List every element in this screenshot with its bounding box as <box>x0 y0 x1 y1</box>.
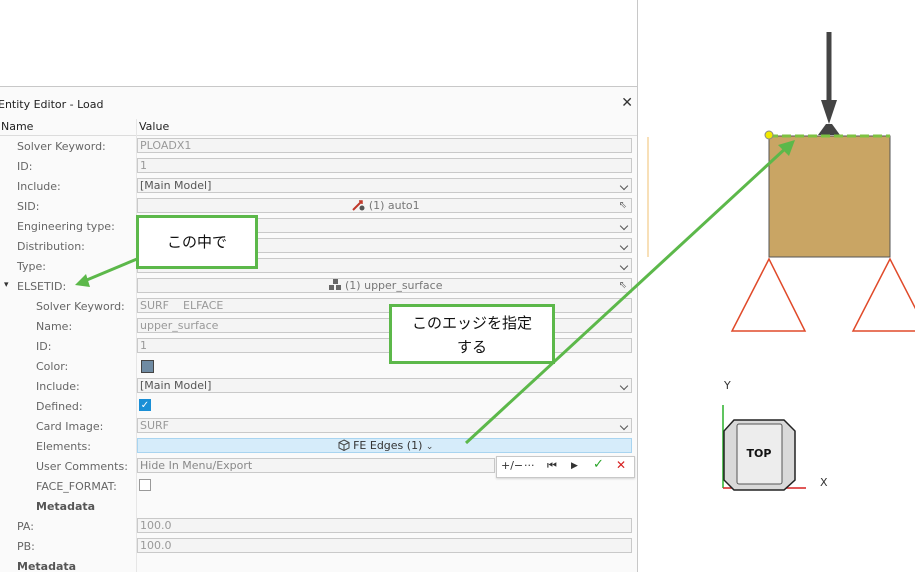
block <box>768 135 891 258</box>
label[interactable]: Metadata <box>17 560 76 573</box>
row-pb: PB: 100.0 <box>0 536 637 556</box>
sid-selector[interactable]: (1) auto1 ⇖ <box>137 198 632 213</box>
row-sub-face-format: FACE_FORMAT: <box>0 476 637 496</box>
label: Color: <box>36 360 69 373</box>
row-sid: SID: (1) auto1 ⇖ <box>0 196 637 216</box>
label: SID: <box>17 200 40 213</box>
pointer-icon: ⇖ <box>618 200 627 211</box>
play-button[interactable]: ▶ <box>571 461 578 471</box>
label: PB: <box>17 540 35 553</box>
label: Card Image: <box>36 420 104 433</box>
color-swatch[interactable] <box>141 360 154 373</box>
model-drawing: TOP Y X <box>647 32 915 491</box>
axis-x-label: X <box>820 476 828 489</box>
row-sub-metadata: Metadata <box>0 496 637 516</box>
label: Type: <box>17 260 46 273</box>
top-panel <box>0 0 638 87</box>
label: Solver Keyword: <box>36 300 125 313</box>
label: ID: <box>17 160 33 173</box>
sub-id-field[interactable]: 1 <box>137 338 632 353</box>
label: Defined: <box>36 400 83 413</box>
solver-keyword-field[interactable]: PLOADX1 <box>137 138 632 153</box>
callout-select-edge: このエッジを指定 する <box>389 304 555 364</box>
label: Engineering type: <box>17 220 115 233</box>
row-sub-card-image: Card Image: SURF <box>0 416 637 436</box>
cancel-button[interactable]: ✕ <box>616 458 626 472</box>
callout-in-here: この中で <box>136 215 258 269</box>
callout-line1: このエッジを指定 <box>411 314 532 332</box>
row-distribution: Distribution: <box>0 236 637 256</box>
label: Include: <box>36 380 80 393</box>
load-arrow-icon <box>821 100 837 124</box>
row-id: ID: 1 <box>0 156 637 176</box>
face-format-checkbox[interactable] <box>139 479 151 491</box>
cube-icon <box>338 439 350 452</box>
pb-field[interactable]: 100.0 <box>137 538 632 553</box>
label: Include: <box>17 180 61 193</box>
elements-value: FE Edges (1) <box>353 439 423 452</box>
label: User Comments: <box>36 460 128 473</box>
callout-line2: する <box>456 338 487 356</box>
pa-field[interactable]: 100.0 <box>137 518 632 533</box>
support-right <box>851 257 915 332</box>
label: Distribution: <box>17 240 85 253</box>
row-pa: PA: 100.0 <box>0 516 637 536</box>
sub-name-field[interactable]: upper_surface <box>137 318 632 333</box>
pointer-icon: ⇖ <box>618 280 627 291</box>
label: Name: <box>36 320 73 333</box>
editor-title: Entity Editor - Load <box>0 98 104 111</box>
selection-toolbar: +/− ··· ⏮ ▶ ✓ ✕ <box>496 456 635 478</box>
view-cube[interactable]: TOP <box>723 419 796 491</box>
support-left <box>730 257 807 332</box>
set-icon <box>328 279 341 290</box>
row-sub-elements: Elements: FE Edges (1) ⌄ <box>0 436 637 456</box>
elements-selector[interactable]: FE Edges (1) ⌄ <box>137 438 632 453</box>
load-icon <box>352 200 365 211</box>
sub-solver-keyword-field[interactable]: SURF ELFACE <box>137 298 632 313</box>
card-image-select[interactable]: SURF <box>137 418 632 433</box>
label[interactable]: Metadata <box>36 500 95 513</box>
label: Solver Keyword: <box>17 140 106 153</box>
elsetid-value: (1) upper_surface <box>345 279 443 292</box>
ok-button[interactable]: ✓ <box>593 457 604 472</box>
elsetid-selector[interactable]: (1) upper_surface ⇖ <box>137 278 632 293</box>
include-select[interactable]: [Main Model] <box>137 178 632 193</box>
view-cube-label: TOP <box>747 447 772 460</box>
first-button[interactable]: ⏮ <box>547 459 557 473</box>
row-include: Include: [Main Model] <box>0 176 637 196</box>
row-engineering-type: Engineering type: <box>0 216 637 236</box>
label: PA: <box>17 520 34 533</box>
row-metadata: Metadata <box>0 556 637 576</box>
label: ID: <box>36 340 52 353</box>
close-icon[interactable]: ✕ <box>621 95 633 111</box>
row-sub-include: Include: [Main Model] <box>0 376 637 396</box>
sid-value: (1) auto1 <box>368 199 420 212</box>
label: ELSETID: <box>17 280 67 293</box>
sub-include-select[interactable]: [Main Model] <box>137 378 632 393</box>
column-header: Name Value <box>0 119 637 136</box>
user-comments-field[interactable]: Hide In Menu/Export <box>137 458 495 473</box>
row-solver-keyword: Solver Keyword: PLOADX1 <box>0 136 637 156</box>
row-sub-defined: Defined: ✓ <box>0 396 637 416</box>
axis-y-label: Y <box>723 379 731 392</box>
column-value-header[interactable]: Value <box>139 120 169 133</box>
editor-titlebar: Entity Editor - Load ✕ <box>0 87 637 117</box>
row-elsetid: ▾ ELSETID: (1) upper_surface ⇖ <box>0 276 637 296</box>
id-field[interactable]: 1 <box>137 158 632 173</box>
column-name-header[interactable]: Name <box>1 120 33 133</box>
plus-minus-button[interactable]: +/− <box>501 459 523 472</box>
more-button[interactable]: ··· <box>524 459 535 472</box>
label: FACE_FORMAT: <box>36 480 117 493</box>
row-type: Type: <box>0 256 637 276</box>
label: Elements: <box>36 440 91 453</box>
defined-checkbox[interactable]: ✓ <box>139 399 151 411</box>
graphics-viewport[interactable]: TOP Y X <box>638 0 915 572</box>
collapse-icon[interactable]: ▾ <box>4 280 9 290</box>
chevron-down-icon[interactable]: ⌄ <box>426 442 434 452</box>
